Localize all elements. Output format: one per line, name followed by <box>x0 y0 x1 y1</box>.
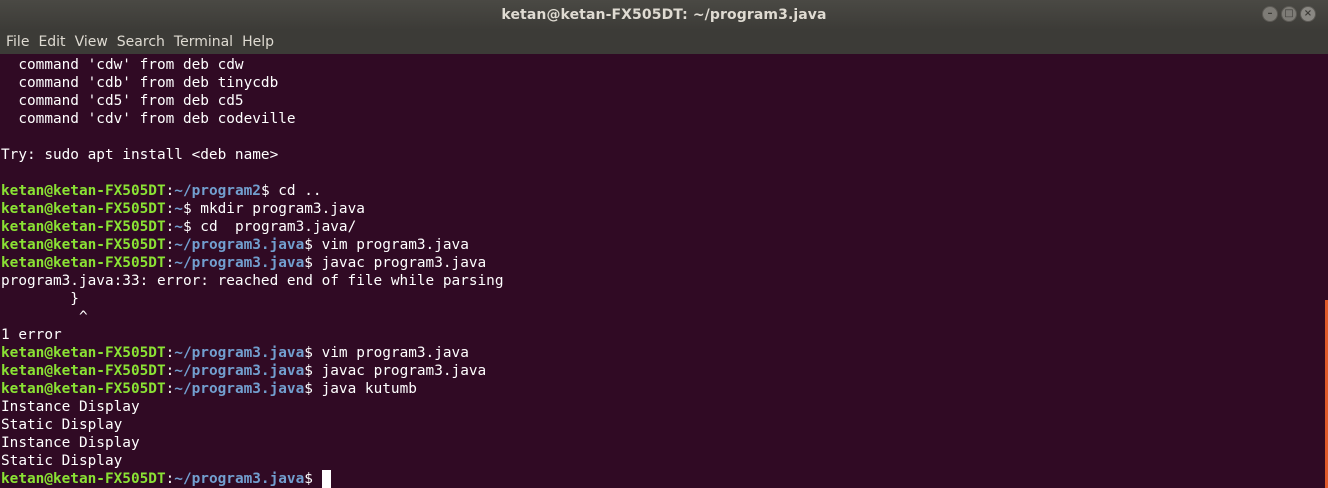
prompt-line: ketan@ketan-FX505DT:~$ mkdir program3.ja… <box>1 200 1328 218</box>
output-line: command 'cd5' from deb cd5 <box>1 93 244 109</box>
command-text: $ cd program3.java/ <box>182 219 357 235</box>
menu-terminal[interactable]: Terminal <box>174 34 242 50</box>
prompt-line: ketan@ketan-FX505DT:~/program3.java$ <box>1 470 1328 488</box>
prompt-separator: : <box>165 381 175 397</box>
command-text: $ javac program3.java <box>304 363 487 379</box>
prompt-user: ketan@ketan-FX505DT <box>1 183 166 199</box>
output-line: ^ <box>1 309 88 325</box>
output-line: } <box>1 291 79 307</box>
prompt-path: ~/program3.java <box>174 255 305 271</box>
terminal-output[interactable]: command 'cdw' from deb cdw command 'cdb'… <box>0 54 1328 488</box>
prompt-line: ketan@ketan-FX505DT:~/program3.java$ vim… <box>1 236 1328 254</box>
output-line: command 'cdw' from deb cdw <box>1 57 244 73</box>
close-icon[interactable]: × <box>1300 6 1316 22</box>
output-line: Try: sudo apt install <deb name> <box>1 147 279 163</box>
minimize-icon[interactable]: – <box>1262 6 1278 22</box>
command-text: $ java kutumb <box>304 381 417 397</box>
output-line: Instance Display <box>1 399 140 415</box>
prompt-path: ~/program2 <box>174 183 261 199</box>
maximize-icon[interactable]: □ <box>1281 6 1297 22</box>
output-line: Static Display <box>1 417 123 433</box>
output-line: program3.java:33: error: reached end of … <box>1 273 504 289</box>
prompt-user: ketan@ketan-FX505DT <box>1 363 166 379</box>
prompt-separator: : <box>165 237 175 253</box>
prompt-separator: : <box>165 219 175 235</box>
menu-edit[interactable]: Edit <box>38 34 74 50</box>
command-text: $ mkdir program3.java <box>182 201 365 217</box>
output-line: Instance Display <box>1 435 140 451</box>
window-controls: – □ × <box>1262 6 1316 22</box>
prompt-line: ketan@ketan-FX505DT:~$ cd program3.java/ <box>1 218 1328 236</box>
prompt-user: ketan@ketan-FX505DT <box>1 381 166 397</box>
command-text: $ vim program3.java <box>304 345 469 361</box>
prompt-separator: : <box>165 255 175 271</box>
prompt-path: ~ <box>174 219 183 235</box>
command-text: $ <box>304 471 322 487</box>
prompt-separator: : <box>165 183 175 199</box>
menu-view[interactable]: View <box>75 34 117 50</box>
prompt-separator: : <box>165 471 175 487</box>
prompt-path: ~/program3.java <box>174 345 305 361</box>
prompt-separator: : <box>165 363 175 379</box>
prompt-path: ~/program3.java <box>174 471 305 487</box>
menu-search[interactable]: Search <box>117 34 174 50</box>
window-title: ketan@ketan-FX505DT: ~/program3.java <box>501 7 827 23</box>
prompt-path: ~/program3.java <box>174 381 305 397</box>
menu-bar: File Edit View Search Terminal Help <box>0 30 1328 54</box>
command-text: $ cd .. <box>260 183 322 199</box>
prompt-path: ~/program3.java <box>174 363 305 379</box>
prompt-user: ketan@ketan-FX505DT <box>1 471 166 487</box>
prompt-user: ketan@ketan-FX505DT <box>1 255 166 271</box>
output-line: Static Display <box>1 453 123 469</box>
prompt-line: ketan@ketan-FX505DT:~/program3.java$ jav… <box>1 362 1328 380</box>
prompt-user: ketan@ketan-FX505DT <box>1 345 166 361</box>
prompt-line: ketan@ketan-FX505DT:~/program3.java$ vim… <box>1 344 1328 362</box>
prompt-line: ketan@ketan-FX505DT:~/program2$ cd .. <box>1 182 1328 200</box>
prompt-separator: : <box>165 201 175 217</box>
text-cursor <box>321 470 331 488</box>
prompt-user: ketan@ketan-FX505DT <box>1 237 166 253</box>
menu-help[interactable]: Help <box>242 34 283 50</box>
prompt-line: ketan@ketan-FX505DT:~/program3.java$ jav… <box>1 254 1328 272</box>
menu-file[interactable]: File <box>6 34 38 50</box>
prompt-user: ketan@ketan-FX505DT <box>1 219 166 235</box>
output-line: 1 error <box>1 327 62 343</box>
prompt-separator: : <box>165 345 175 361</box>
prompt-line: ketan@ketan-FX505DT:~/program3.java$ jav… <box>1 380 1328 398</box>
terminal-window: ketan@ketan-FX505DT: ~/program3.java – □… <box>0 0 1328 488</box>
output-line: command 'cdb' from deb tinycdb <box>1 75 279 91</box>
command-text: $ vim program3.java <box>304 237 469 253</box>
prompt-path: ~ <box>174 201 183 217</box>
command-text: $ javac program3.java <box>304 255 487 271</box>
prompt-user: ketan@ketan-FX505DT <box>1 201 166 217</box>
prompt-path: ~/program3.java <box>174 237 305 253</box>
output-line: command 'cdv' from deb codeville <box>1 111 296 127</box>
title-bar[interactable]: ketan@ketan-FX505DT: ~/program3.java – □… <box>0 0 1328 30</box>
